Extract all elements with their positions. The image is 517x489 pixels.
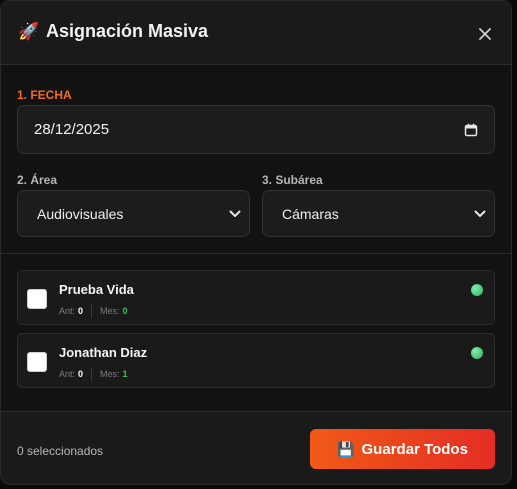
- date-input[interactable]: 28/12/2025: [17, 105, 495, 154]
- user-card[interactable]: Jonathan Diaz Ant: 0 Mes: 1: [17, 333, 495, 388]
- mes-value: 0: [122, 306, 128, 316]
- modal-title: 🚀 Asignación Masiva: [18, 21, 208, 42]
- date-label: 1. FECHA: [17, 88, 72, 102]
- floppy-disk-icon: 💾: [337, 440, 355, 457]
- mes-value: 1: [122, 369, 128, 379]
- stats-separator: [91, 304, 93, 318]
- selected-count: 0 seleccionados: [17, 444, 104, 458]
- mass-assignment-modal: 🚀 Asignación Masiva 1. FECHA 28/12/2025 …: [0, 0, 512, 485]
- calendar-icon[interactable]: [464, 123, 478, 137]
- close-button[interactable]: [475, 24, 495, 44]
- ant-label: Ant:: [59, 306, 76, 316]
- user-stats: Ant: 0 Mes: 1: [59, 367, 128, 381]
- modal-title-text: Asignación Masiva: [46, 21, 209, 41]
- user-name: Jonathan Diaz: [59, 345, 148, 360]
- date-value: 28/12/2025: [34, 121, 110, 138]
- rocket-icon: 🚀: [18, 21, 40, 41]
- user-stats: Ant: 0 Mes: 0: [59, 304, 128, 318]
- area-value: Audiovisuales: [37, 205, 124, 222]
- mes-label: Mes:: [100, 306, 120, 316]
- ant-label: Ant:: [59, 369, 76, 379]
- user-checkbox[interactable]: [27, 352, 47, 372]
- save-all-button[interactable]: 💾 Guardar Todos: [310, 429, 495, 469]
- section-divider: [1, 253, 511, 254]
- area-label: 2. Área: [17, 173, 58, 187]
- status-dot: [471, 347, 483, 359]
- close-icon: [479, 28, 491, 40]
- subarea-label: 3. Subárea: [262, 173, 323, 187]
- modal-footer: 0 seleccionados 💾 Guardar Todos: [1, 411, 511, 484]
- ant-value: 0: [78, 306, 84, 316]
- stats-separator: [91, 367, 93, 381]
- save-all-label: Guardar Todos: [361, 440, 468, 458]
- mes-label: Mes:: [100, 369, 120, 379]
- user-card[interactable]: Prueba Vida Ant: 0 Mes: 0: [17, 270, 495, 325]
- chevron-down-icon: [474, 210, 486, 217]
- user-checkbox[interactable]: [27, 289, 47, 309]
- status-dot: [471, 284, 483, 296]
- user-name: Prueba Vida: [59, 282, 134, 297]
- subarea-select[interactable]: Cámaras: [262, 190, 495, 237]
- chevron-down-icon: [229, 210, 241, 217]
- area-select[interactable]: Audiovisuales: [17, 190, 250, 237]
- subarea-value: Cámaras: [282, 205, 339, 222]
- modal-header: 🚀 Asignación Masiva: [1, 1, 511, 65]
- ant-value: 0: [78, 369, 84, 379]
